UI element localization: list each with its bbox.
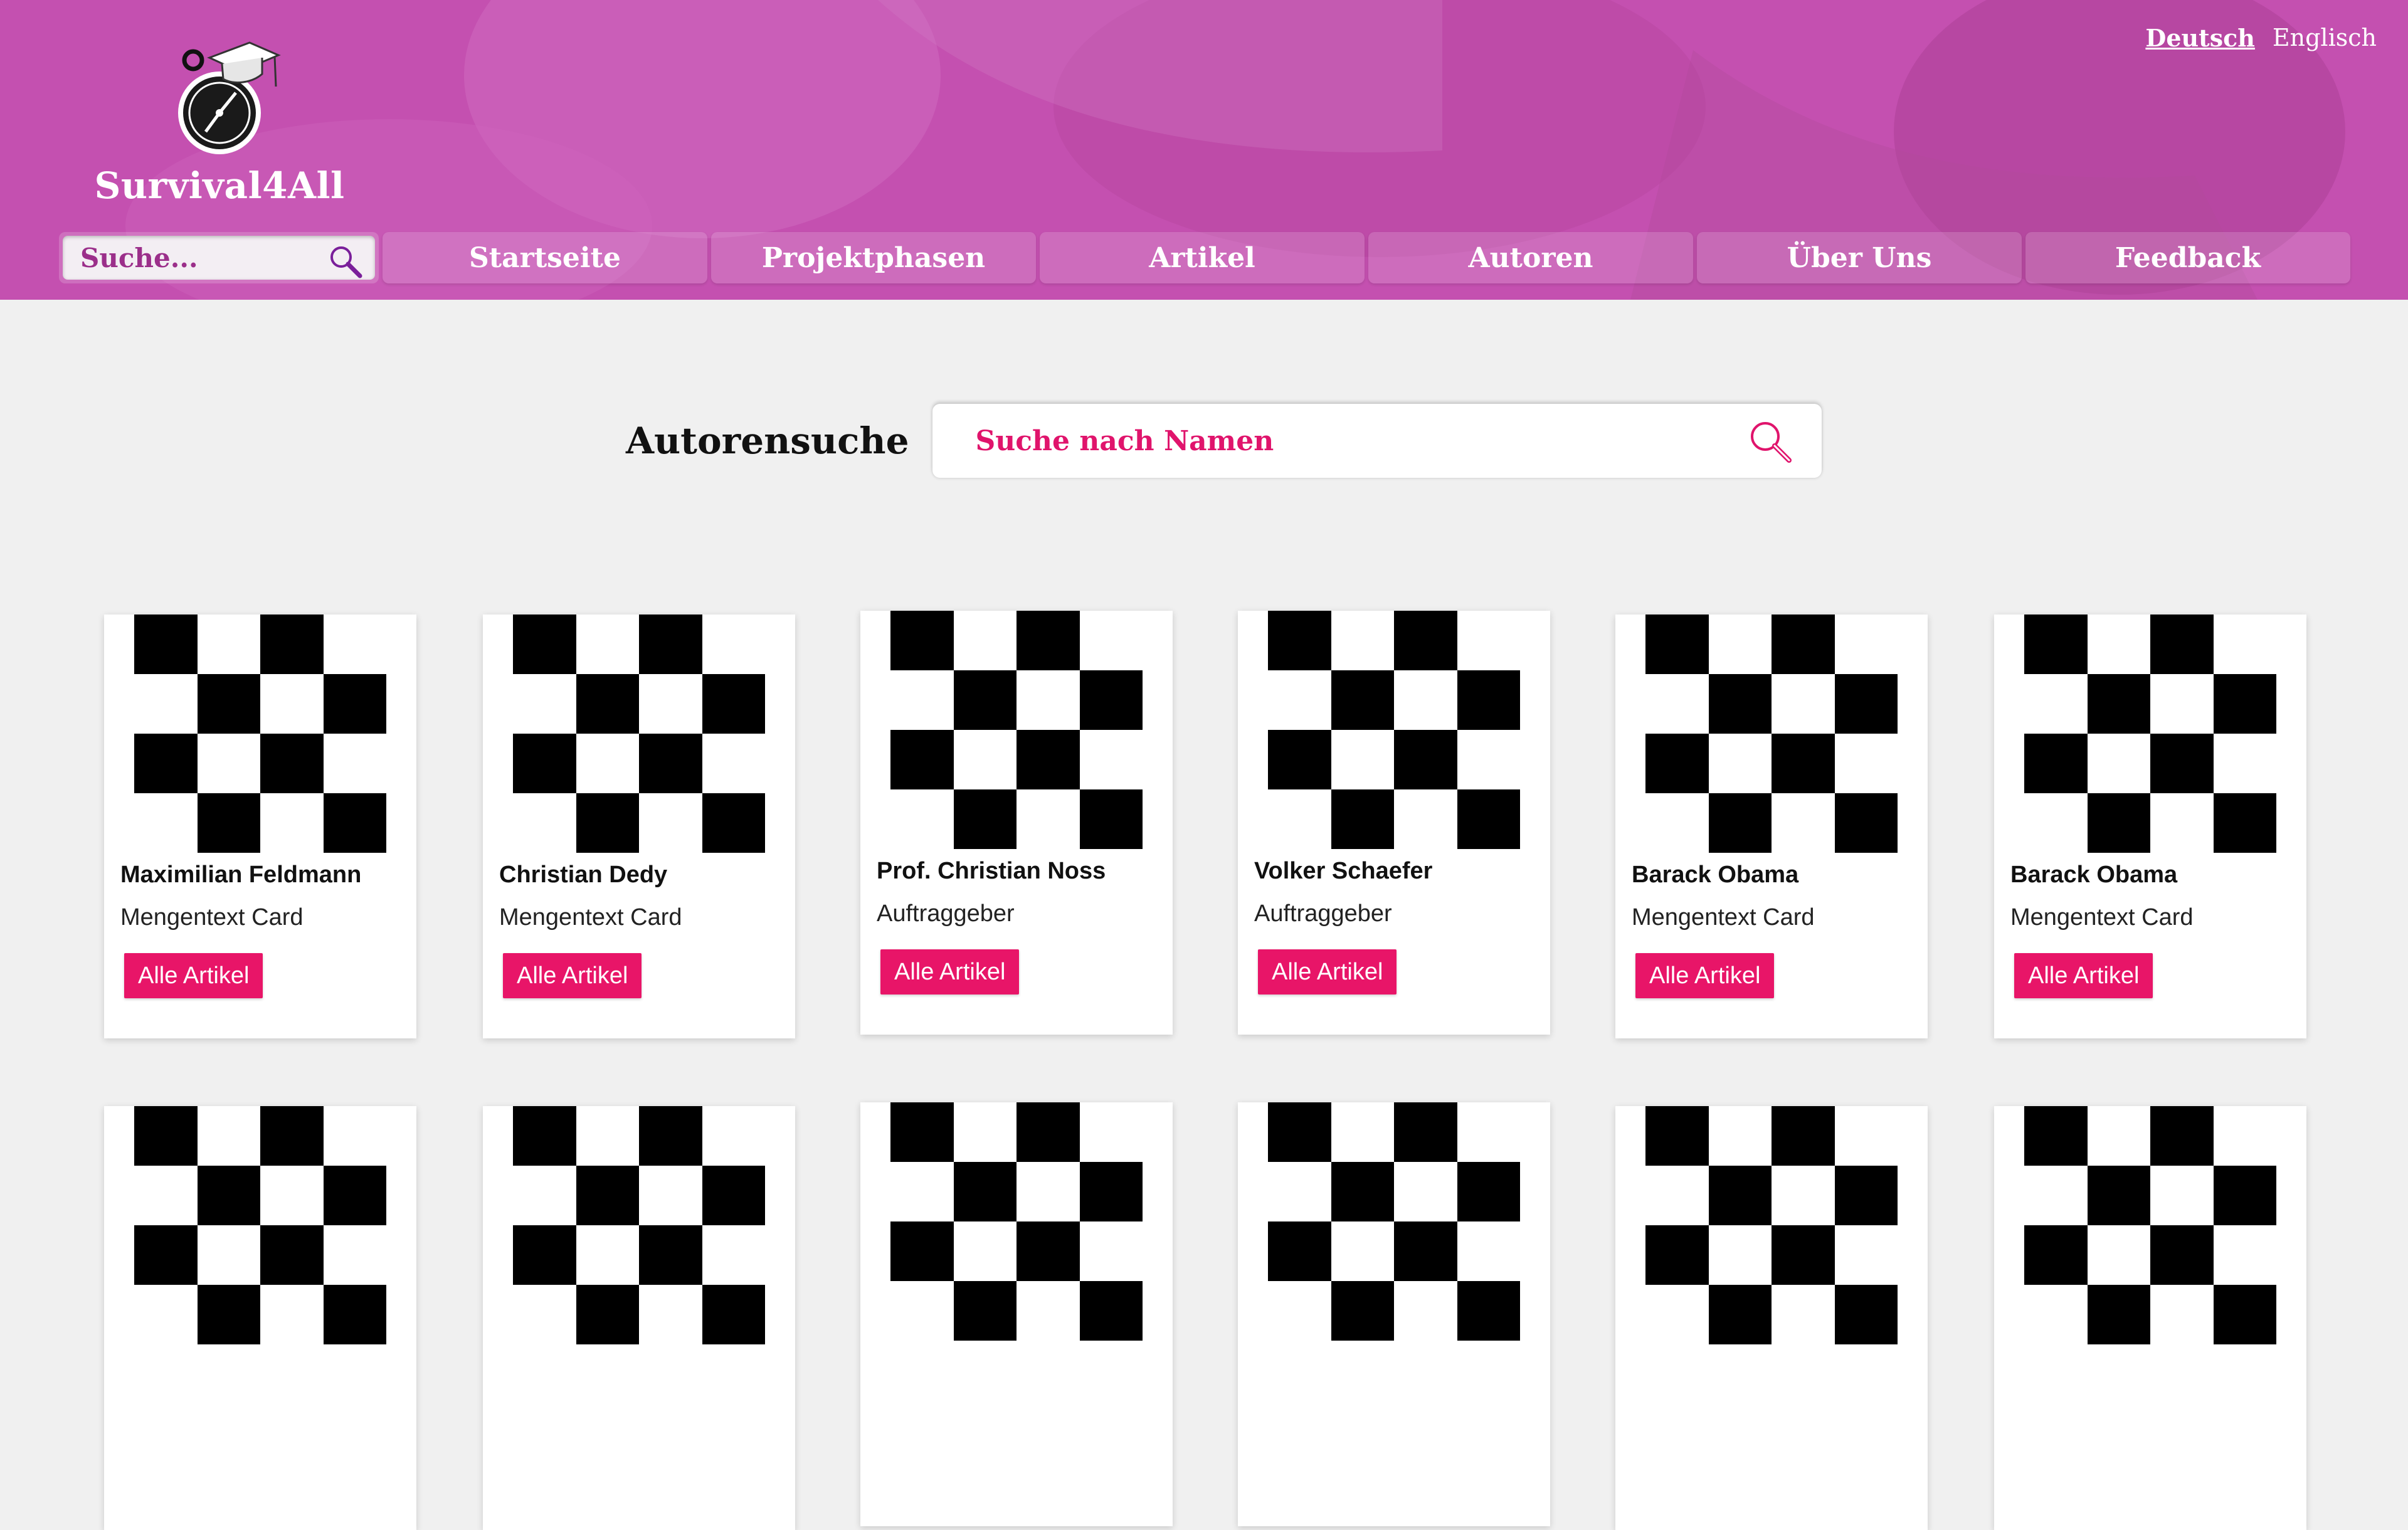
author-avatar-placeholder: [1268, 1102, 1520, 1341]
author-search-title: Autorensuche: [626, 419, 909, 462]
author-card: [1615, 1106, 1928, 1530]
author-avatar-placeholder: [134, 615, 386, 853]
author-role: Mengentext Card: [499, 904, 682, 931]
nav-item-ueber-uns[interactable]: Über Uns: [1697, 232, 2022, 283]
author-role: Mengentext Card: [2010, 904, 2194, 931]
author-card: Christian Dedy Mengentext Card Alle Arti…: [483, 615, 795, 1038]
all-articles-button[interactable]: Alle Artikel: [124, 953, 263, 998]
all-articles-button[interactable]: Alle Artikel: [1635, 953, 1775, 998]
all-articles-button[interactable]: Alle Artikel: [2014, 953, 2153, 998]
author-card: Maximilian Feldmann Mengentext Card Alle…: [104, 615, 416, 1038]
search-icon[interactable]: [327, 243, 364, 280]
site-name: Survival4All: [94, 164, 345, 207]
nav-item-feedback[interactable]: Feedback: [2025, 232, 2350, 283]
author-avatar-placeholder: [134, 1106, 386, 1344]
nav-item-artikel[interactable]: Artikel: [1040, 232, 1365, 283]
nav-search: [59, 232, 379, 283]
author-name: Volker Schaefer: [1254, 858, 1433, 884]
author-card: [483, 1106, 795, 1530]
author-name: Barack Obama: [1632, 862, 1799, 888]
main-nav: Startseite Projektphasen Artikel Autoren…: [59, 232, 2350, 283]
nav-item-projektphasen[interactable]: Projektphasen: [711, 232, 1036, 283]
author-avatar-placeholder: [2024, 615, 2276, 853]
author-name: Prof. Christian Noss: [877, 858, 1106, 884]
author-name: Christian Dedy: [499, 862, 668, 888]
author-avatar-placeholder: [513, 1106, 765, 1344]
search-icon[interactable]: [1746, 418, 1794, 465]
lang-deutsch[interactable]: Deutsch: [2145, 24, 2254, 52]
author-name: Barack Obama: [2010, 862, 2178, 888]
nav-item-startseite[interactable]: Startseite: [383, 232, 707, 283]
nav-search-input[interactable]: [80, 242, 319, 273]
all-articles-button[interactable]: Alle Artikel: [880, 949, 1020, 994]
author-avatar-placeholder: [1645, 1106, 1898, 1344]
author-card: [1238, 1102, 1550, 1526]
author-card: [860, 1102, 1173, 1526]
site-logo[interactable]: Survival4All: [94, 39, 345, 221]
stopwatch-graduation-cap-icon: [178, 41, 281, 154]
author-search-input[interactable]: [975, 425, 1728, 457]
author-search-box: [932, 404, 1822, 478]
author-avatar-placeholder: [1645, 615, 1898, 853]
author-role: Mengentext Card: [120, 904, 304, 931]
author-avatar-placeholder: [513, 615, 765, 853]
lang-englisch[interactable]: Englisch: [2273, 24, 2377, 52]
author-name: Maximilian Feldmann: [120, 862, 362, 888]
author-card: Prof. Christian Noss Auftraggeber Alle A…: [860, 611, 1173, 1035]
author-card: [104, 1106, 416, 1530]
author-avatar-placeholder: [890, 1102, 1143, 1341]
author-role: Mengentext Card: [1632, 904, 1815, 931]
author-search: Autorensuche: [626, 404, 1822, 478]
author-card: Barack Obama Mengentext Card Alle Artike…: [1994, 615, 2306, 1038]
author-role: Auftraggeber: [1254, 900, 1392, 927]
site-header: Survival4All Deutsch Englisch Startseite…: [0, 0, 2408, 300]
author-role: Auftraggeber: [877, 900, 1015, 927]
all-articles-button[interactable]: Alle Artikel: [503, 953, 642, 998]
all-articles-button[interactable]: Alle Artikel: [1258, 949, 1397, 994]
author-avatar-placeholder: [890, 611, 1143, 849]
language-switcher: Deutsch Englisch: [2145, 24, 2377, 52]
author-card: Volker Schaefer Auftraggeber Alle Artike…: [1238, 611, 1550, 1035]
author-avatar-placeholder: [2024, 1106, 2276, 1344]
author-card: Barack Obama Mengentext Card Alle Artike…: [1615, 615, 1928, 1038]
nav-item-autoren[interactable]: Autoren: [1368, 232, 1693, 283]
author-avatar-placeholder: [1268, 611, 1520, 849]
author-card: [1994, 1106, 2306, 1530]
